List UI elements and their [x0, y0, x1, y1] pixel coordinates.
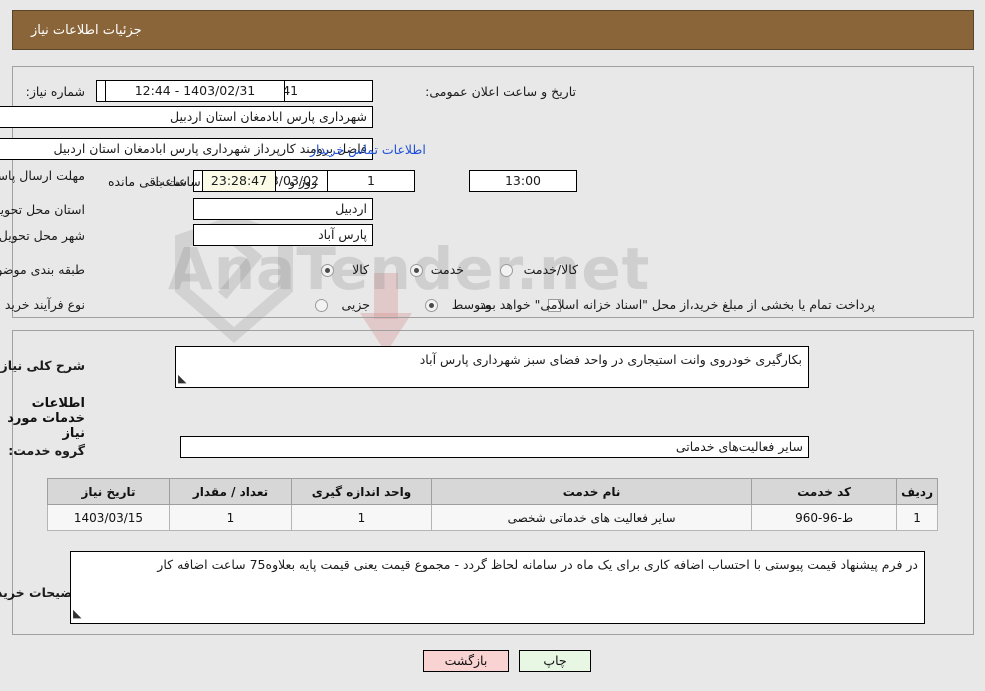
countdown-timer: 23:28:47 [202, 170, 276, 192]
need-info-panel [12, 66, 974, 318]
delivery-province-label: استان محل تحویل: [0, 202, 85, 217]
days-remaining-label: روز و [289, 174, 318, 189]
delivery-city-value: پارس آباد [193, 224, 373, 246]
service-group-value: سایر فعالیت‌های خدماتی [180, 436, 809, 458]
radio-category-khedmat[interactable] [410, 264, 423, 277]
td-name: سایر فعالیت های خدماتی شخصی [430, 504, 753, 531]
resize-grip-icon[interactable]: ◢ [178, 372, 186, 385]
td-quantity: 1 [169, 504, 292, 531]
buyer-notes-resize-grip-icon[interactable]: ◢ [73, 607, 81, 620]
th-name: نام خدمت [430, 478, 753, 505]
th-date: تاریخ نیاز [47, 478, 170, 505]
td-radif: 1 [896, 504, 938, 531]
th-radif: ردیف [896, 478, 938, 505]
td-code: ط-96-960 [751, 504, 898, 531]
delivery-city-label: شهر محل تحویل: [0, 228, 85, 243]
delivery-province-value: اردبیل [193, 198, 373, 220]
radio-category-kala[interactable] [321, 264, 334, 277]
buyer-notes-textarea[interactable]: در فرم پیشنهاد قیمت پیوستی با احتساب اضا… [70, 551, 925, 624]
radio-category-kala-khedmat[interactable] [500, 264, 513, 277]
description-label: شرح کلی نیاز: [0, 358, 85, 373]
back-button[interactable]: بازگشت [423, 650, 509, 672]
need-number-label: شماره نیاز: [25, 84, 85, 99]
th-quantity: تعداد / مقدار [169, 478, 292, 505]
td-unit: 1 [291, 504, 432, 531]
page-root: AnaTender.net جزئیات اطلاعات نیاز شماره … [0, 0, 985, 691]
announce-datetime-value: 1403/02/31 - 12:44 [105, 80, 285, 102]
islamic-treasury-note: پرداخت تمام یا بخشی از مبلغ خرید،از محل … [476, 297, 875, 312]
page-title: جزئیات اطلاعات نیاز [12, 10, 974, 50]
table-row: 1 ط-96-960 سایر فعالیت های خدماتی شخصی 1… [47, 504, 938, 531]
td-date: 1403/03/15 [47, 504, 170, 531]
countdown-label: ساعت باقی مانده [108, 174, 201, 189]
deadline-label-text: مهلت ارسال پاسخ: تا تاریخ: [0, 168, 85, 183]
radio-category-kala-label: کالا [352, 262, 369, 277]
services-section-heading: اطلاعات خدمات مورد نیاز [7, 396, 85, 441]
radio-process-jozei[interactable] [315, 299, 328, 312]
radio-category-khedmat-label: خدمت [430, 262, 464, 277]
process-type-label: نوع فرآیند خرید : [0, 297, 85, 312]
radio-process-jozei-label: جزیی [341, 297, 370, 312]
print-button[interactable]: چاپ [519, 650, 591, 672]
radio-process-motavaset[interactable] [425, 299, 438, 312]
table-header-row: ردیف کد خدمت نام خدمت واحد اندازه گیری ت… [47, 478, 938, 505]
th-unit: واحد اندازه گیری [291, 478, 432, 505]
buyer-contact-link[interactable]: اطلاعات تماس خریدار [310, 142, 426, 157]
services-table: ردیف کد خدمت نام خدمت واحد اندازه گیری ت… [47, 478, 938, 531]
radio-category-kala-khedmat-label: کالا/خدمت [523, 262, 578, 277]
service-group-label: گروه خدمت: [8, 443, 85, 458]
deadline-label: مهلت ارسال پاسخ: تا تاریخ: [0, 168, 85, 184]
description-textarea[interactable]: بکارگیری خودروی وانت استیجاری در واحد فض… [175, 346, 809, 388]
days-remaining-value: 1 [327, 170, 415, 192]
announce-datetime-label: تاریخ و ساعت اعلان عمومی: [425, 84, 576, 99]
th-code: کد خدمت [751, 478, 898, 505]
category-label: طبقه بندی موضوعی: [0, 262, 85, 277]
buyer-org-value: شهرداری پارس ابادمغان استان اردبیل [0, 106, 373, 128]
deadline-hour-value: 13:00 [469, 170, 577, 192]
